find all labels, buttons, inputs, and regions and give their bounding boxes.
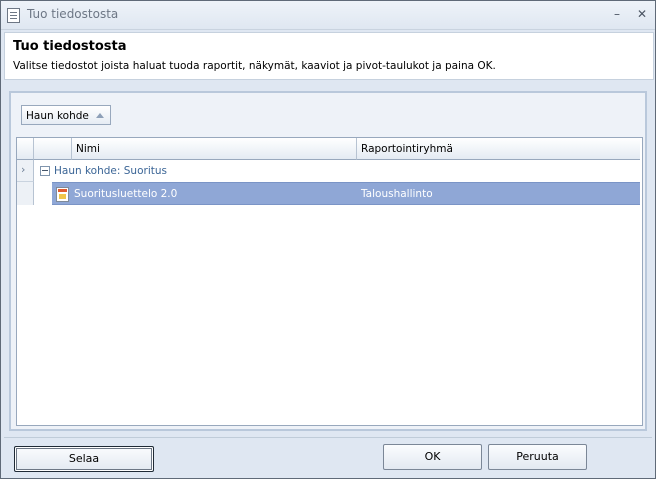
close-icon[interactable]: ✕: [633, 6, 651, 22]
dialog-footer: Selaa OK Peruuta: [4, 437, 652, 476]
document-icon[interactable]: [7, 8, 20, 23]
minimize-icon[interactable]: –: [608, 6, 626, 22]
files-grid[interactable]: Nimi Raportointiryhmä › Haun kohde: Suor…: [16, 137, 643, 426]
group-row-label: Haun kohde: Suoritus: [54, 165, 167, 177]
title-bar: Tuo tiedostosta – ✕: [1, 1, 655, 30]
group-by-button[interactable]: Haun kohde: [21, 105, 111, 125]
chevron-right-icon: ›: [21, 163, 26, 176]
row-name: Suoritusluettelo 2.0: [74, 188, 178, 200]
row-reporting-group: Taloushallinto: [361, 188, 433, 200]
window-title: Tuo tiedostosta: [27, 7, 119, 21]
header-description: Valitse tiedostot joista haluat tuoda ra…: [13, 60, 496, 72]
dialog-header: Tuo tiedostosta Valitse tiedostot joista…: [4, 32, 654, 80]
group-indent-header: [34, 138, 72, 160]
ok-button[interactable]: OK: [383, 444, 482, 470]
header-title: Tuo tiedostosta: [13, 39, 127, 54]
column-header-reporting-group[interactable]: Raportointiryhmä: [357, 138, 640, 160]
row-indicator[interactable]: [17, 182, 34, 205]
collapse-toggle-icon[interactable]: [40, 166, 50, 176]
row-indicator[interactable]: ›: [17, 160, 34, 182]
column-header-name[interactable]: Nimi: [72, 138, 357, 160]
row-indicator-header: [17, 138, 34, 160]
sort-ascending-icon: [96, 113, 104, 118]
browse-button[interactable]: Selaa: [14, 446, 154, 472]
table-row[interactable]: Suoritusluettelo 2.0 Taloushallinto: [52, 182, 640, 205]
cancel-button[interactable]: Peruuta: [488, 444, 587, 470]
report-file-icon: [56, 187, 69, 202]
group-by-label: Haun kohde: [26, 110, 89, 122]
group-row[interactable]: Haun kohde: Suoritus: [34, 160, 640, 182]
import-dialog: Tuo tiedostosta – ✕ Tuo tiedostosta Vali…: [0, 0, 656, 479]
